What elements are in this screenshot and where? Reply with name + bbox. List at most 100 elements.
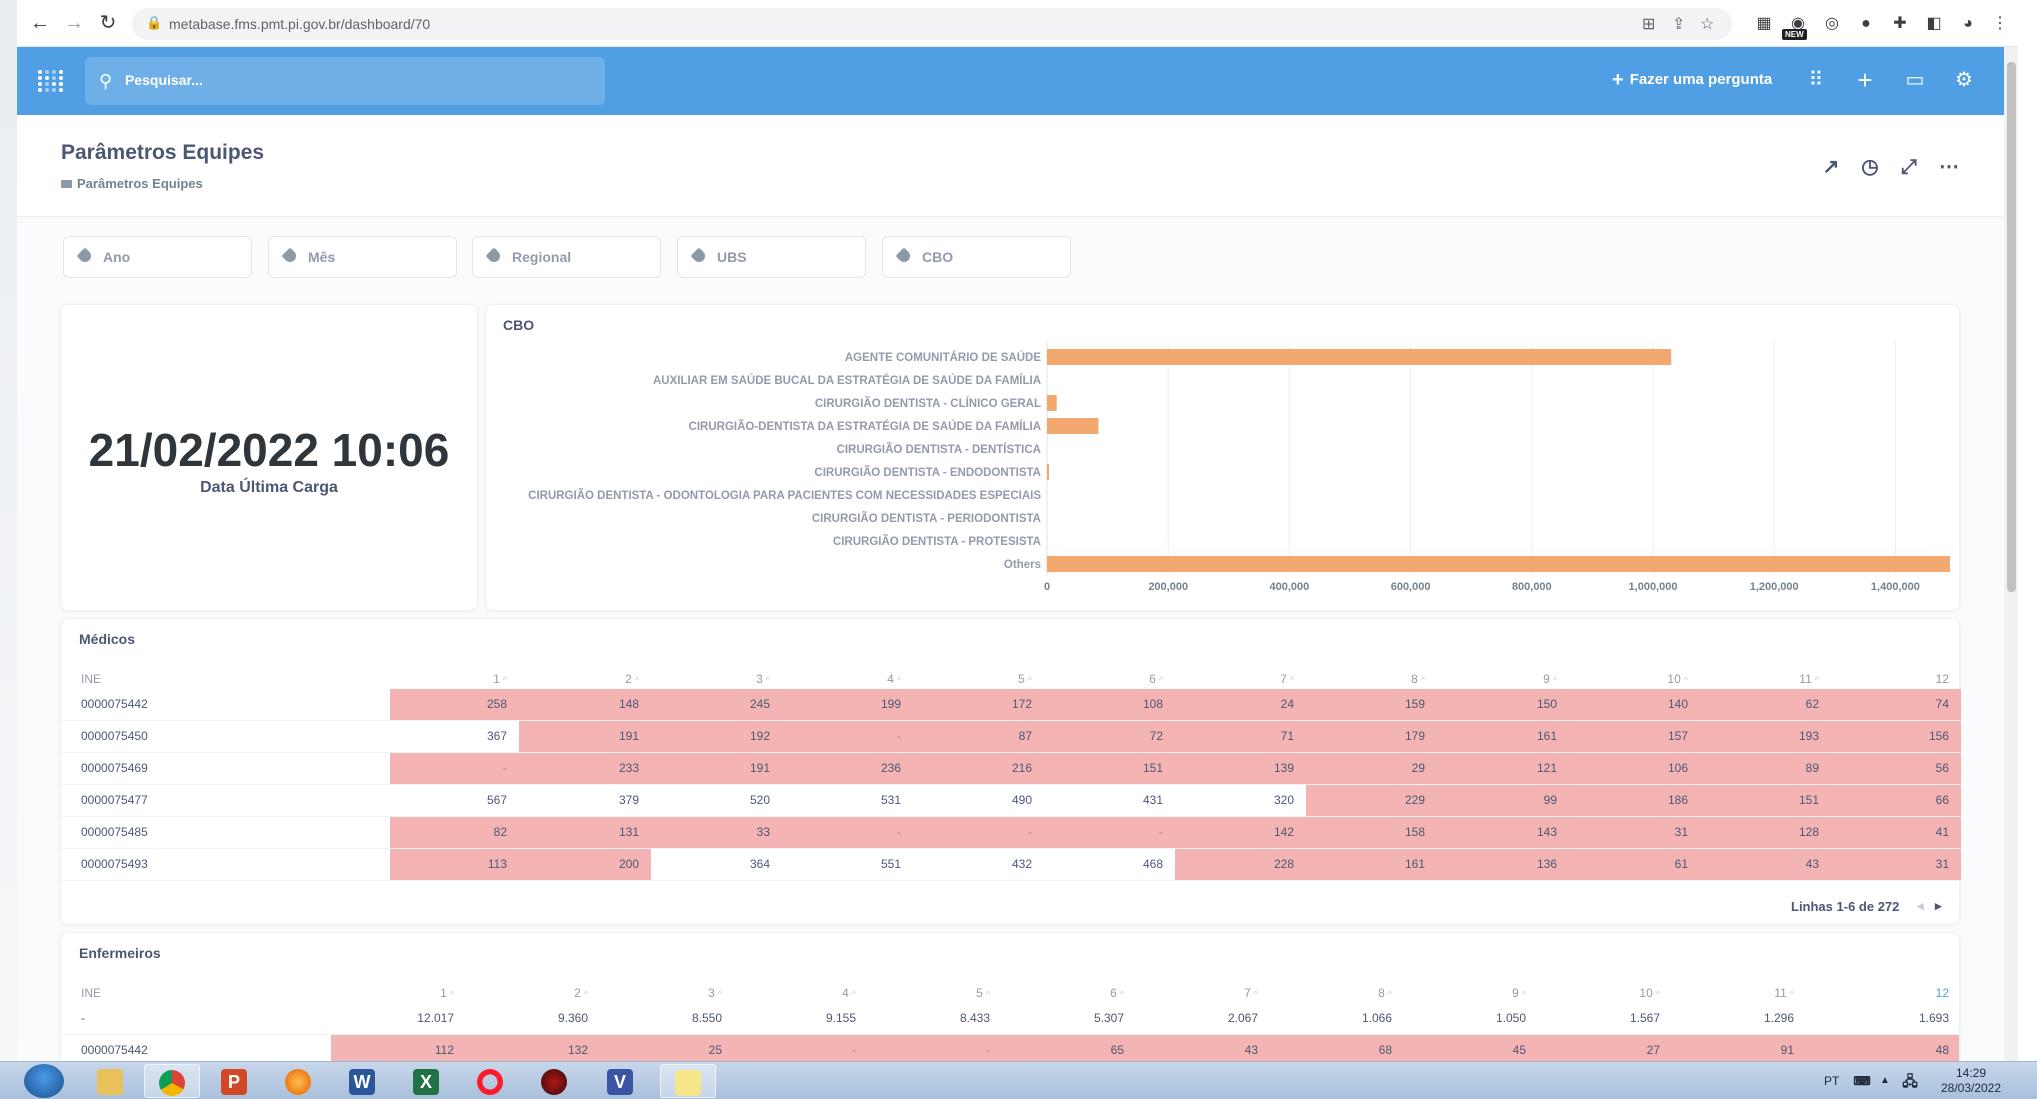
prev-page-icon[interactable]: ◂ (1917, 898, 1924, 914)
keyboard-icon[interactable]: ⌨ (1850, 1064, 1874, 1098)
grid-icon[interactable]: ⠿ (1803, 67, 1829, 93)
column-header[interactable]: 9 ^ (1489, 672, 1569, 686)
filter-ubs[interactable]: UBS (677, 236, 866, 278)
column-header[interactable]: 11 ^ (1726, 986, 1806, 1000)
filter-cbo[interactable]: CBO (882, 236, 1071, 278)
scrollbar-thumb[interactable] (2007, 62, 2016, 592)
column-header[interactable]: 10 ^ (1592, 986, 1672, 1000)
sql-editor-icon[interactable]: ▭ (1902, 67, 1928, 93)
column-header[interactable]: 1 ^ (386, 986, 466, 1000)
column-header[interactable]: 7 ^ (1190, 986, 1270, 1000)
table-row[interactable]: 0000075442 258 148 245 199 172 108 24 159 150 140 6… (61, 689, 1961, 721)
next-page-icon[interactable]: ▸ (1935, 898, 1942, 914)
table-row[interactable]: 0000075477 567 379 520 531 490 431 320 229 99 186 1… (61, 785, 1961, 817)
column-header[interactable]: 2 ^ (520, 986, 600, 1000)
column-header[interactable]: 8 ^ (1357, 672, 1437, 686)
column-header[interactable]: 8 ^ (1324, 986, 1404, 1000)
filter-regional[interactable]: Regional (472, 236, 661, 278)
sticky-notes-icon[interactable] (660, 1064, 716, 1098)
cbo-chart-card[interactable]: CBO 0 200,000 400,000 600,000 800,000 1,000,0… (485, 304, 1960, 611)
column-header[interactable]: 6 ^ (1056, 986, 1136, 1000)
excel-icon[interactable]: X (398, 1064, 454, 1098)
forward-icon[interactable]: → (61, 10, 87, 36)
table-row[interactable]: 0000075493 113 200 364 551 432 468 228 161 136 61 4… (61, 849, 1961, 881)
app-red-icon[interactable] (526, 1064, 582, 1098)
more-options-icon[interactable]: ⋯ (1935, 153, 1963, 181)
file-explorer-icon[interactable] (82, 1064, 138, 1098)
chrome-icon[interactable] (144, 1064, 200, 1098)
value-cell: 468 (1142, 857, 1163, 871)
gear-icon[interactable]: ⚙ (1951, 67, 1977, 93)
ine-cell: 0000075485 (81, 825, 148, 839)
column-header[interactable]: 4 ^ (788, 986, 868, 1000)
address-bar[interactable]: 🔒 metabase.fms.pmt.pi.gov.br/dashboard/7… (132, 8, 1732, 40)
column-header[interactable]: 5 ^ (964, 672, 1044, 686)
bar[interactable] (1047, 418, 1099, 434)
column-header[interactable]: 5 ^ (922, 986, 1002, 1000)
column-header[interactable]: 7 ^ (1226, 672, 1306, 686)
reload-icon[interactable]: ↻ (95, 10, 121, 36)
value-cell: 531 (880, 793, 901, 807)
language-indicator[interactable]: PT (1824, 1074, 1839, 1088)
extension-circle-icon[interactable]: ◎ (1821, 13, 1843, 35)
column-header[interactable]: 2 ^ (571, 672, 651, 686)
new-plus-icon[interactable]: + (1852, 67, 1878, 93)
share-arrow-icon[interactable]: ↗ (1817, 153, 1845, 181)
visio-icon[interactable]: V (592, 1064, 648, 1098)
tray-expand-icon[interactable]: ▲ (1876, 1064, 1894, 1098)
column-header[interactable]: 4 ^ (833, 672, 913, 686)
opera-icon[interactable] (462, 1064, 518, 1098)
back-icon[interactable]: ← (27, 10, 53, 36)
extension-icon[interactable]: ▦ (1753, 13, 1775, 35)
word-icon[interactable]: W (334, 1064, 390, 1098)
pagination-label: Linhas 1-6 de 272 (1791, 899, 1900, 914)
table-row[interactable]: - 12.017 9.360 8.550 9.155 8.433 5.307 2.067 1.0… (61, 1003, 1959, 1035)
search-input[interactable]: ⚲ Pesquisar... (85, 57, 605, 105)
network-icon[interactable]: 🖧 (1898, 1064, 1922, 1098)
column-header[interactable]: 6 ^ (1095, 672, 1175, 686)
translate-icon[interactable]: ⊞ (1642, 14, 1655, 34)
collection-link[interactable]: Parâmetros Equipes (61, 176, 203, 191)
table-row[interactable]: 0000075450 367 191 192-87 72 71 179 161 157 193 15… (61, 721, 1961, 753)
column-header[interactable]: INE (81, 986, 101, 1000)
medicos-table-card[interactable]: Médicos INE 1 ^ 2 ^ 3 ^ 4 ^ 5 ^ 6 ^ 7 ^ 8 ^ 9 ^ 10 ^ 11 ^ 12 000… (60, 618, 1961, 925)
clock[interactable]: 14:29 28/03/2022 (1936, 1066, 2006, 1096)
value-cell: 228 (1175, 849, 1306, 880)
scalar-card[interactable]: 21/02/2022 10:06 Data Última Carga (60, 304, 478, 611)
bookmark-star-icon[interactable]: ☆ (1700, 14, 1714, 34)
table-row[interactable]: 0000075485 82 131 33- - -142 158 143 31 128 41 (61, 817, 1961, 849)
table-row[interactable]: 0000075469 -233 191 236 216 151 139 29 121 106 89 5… (61, 753, 1961, 785)
column-header[interactable]: 10 ^ (1620, 672, 1700, 686)
firefox-icon[interactable] (270, 1064, 326, 1098)
bar[interactable] (1047, 464, 1049, 480)
bar[interactable] (1047, 556, 1950, 572)
start-button-icon[interactable] (24, 1064, 64, 1098)
filter-mes[interactable]: Mês (268, 236, 457, 278)
column-header[interactable]: 12 (1881, 672, 1961, 686)
clock-icon[interactable]: ◷ (1856, 153, 1884, 181)
metabase-logo-icon[interactable] (37, 69, 65, 93)
filter-ano[interactable]: Ano (63, 236, 252, 278)
share-icon[interactable]: ⇪ (1672, 14, 1685, 34)
column-header[interactable]: 9 ^ (1458, 986, 1538, 1000)
collection-name: Parâmetros Equipes (77, 176, 203, 191)
value-cell: 191 (519, 721, 651, 752)
column-header[interactable]: 3 ^ (654, 986, 734, 1000)
column-header[interactable]: 1 ^ (439, 672, 519, 686)
bar[interactable] (1047, 349, 1672, 365)
ask-question-button[interactable]: + Fazer uma pergunta (1612, 69, 1772, 92)
bar[interactable] (1047, 395, 1057, 411)
extension-dark-icon[interactable]: ● (1855, 13, 1877, 35)
menu-kebab-icon[interactable]: ⋮ (1989, 13, 2011, 35)
sidepanel-icon[interactable]: ◧ (1923, 13, 1945, 35)
column-header[interactable]: 11 ^ (1751, 672, 1831, 686)
powerpoint-icon[interactable]: P (206, 1064, 262, 1098)
value-cell: 379 (618, 793, 639, 807)
sort-caret-icon: ^ (765, 675, 770, 685)
column-header[interactable]: 3 ^ (702, 672, 782, 686)
profile-avatar-icon[interactable]: ◕ (1957, 13, 1979, 35)
column-header[interactable]: INE (81, 672, 101, 686)
puzzle-icon[interactable]: ✚ (1889, 13, 1911, 35)
column-header[interactable]: 12 (1881, 986, 1959, 1000)
fullscreen-icon[interactable]: ⤢ (1895, 153, 1923, 181)
